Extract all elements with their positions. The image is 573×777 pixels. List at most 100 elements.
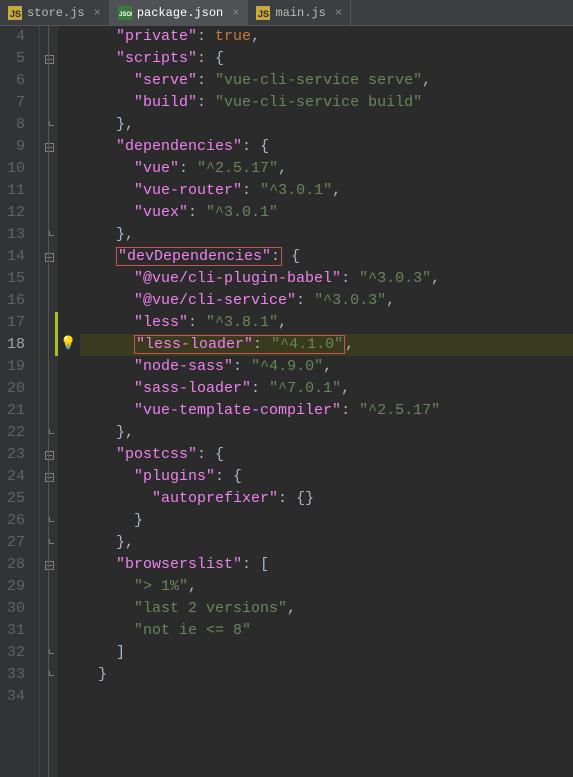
code-line[interactable]: }, xyxy=(80,422,573,444)
editor-tabs: JSstore.js×JSONpackage.json×JSmain.js× xyxy=(0,0,573,26)
code-line[interactable]: }, xyxy=(80,114,573,136)
code-line[interactable]: "@vue/cli-service": "^3.0.3", xyxy=(80,290,573,312)
code-area[interactable]: "private": true, "scripts": { "serve": "… xyxy=(78,26,573,777)
line-number: 4 xyxy=(0,26,25,48)
svg-text:JS: JS xyxy=(258,9,269,19)
fold-guide xyxy=(40,356,58,378)
code-line[interactable]: "node-sass": "^4.9.0", xyxy=(80,356,573,378)
line-number: 18 xyxy=(0,334,25,356)
fold-guide xyxy=(40,268,58,290)
code-line[interactable]: "scripts": { xyxy=(80,48,573,70)
tab-store-js[interactable]: JS store.js × xyxy=(0,0,110,25)
close-icon[interactable]: × xyxy=(94,6,101,20)
line-number: 12 xyxy=(0,202,25,224)
code-line[interactable]: }, xyxy=(80,224,573,246)
tab-label: store.js xyxy=(27,6,85,20)
close-icon[interactable]: × xyxy=(232,6,239,20)
code-line[interactable]: "plugins": { xyxy=(80,466,573,488)
line-number: 27 xyxy=(0,532,25,554)
line-number: 34 xyxy=(0,686,25,708)
code-line[interactable]: "browserslist": [ xyxy=(80,554,573,576)
fold-guide xyxy=(40,576,58,598)
code-line[interactable]: "not ie <= 8" xyxy=(80,620,573,642)
code-line[interactable]: "less-loader": "^4.1.0", xyxy=(80,334,573,356)
code-line[interactable]: "vue": "^2.5.17", xyxy=(80,158,573,180)
line-number: 22 xyxy=(0,422,25,444)
fold-end-icon[interactable] xyxy=(40,422,58,444)
code-line[interactable]: "autoprefixer": {} xyxy=(80,488,573,510)
fold-toggle-icon[interactable] xyxy=(40,246,58,268)
line-number: 8 xyxy=(0,114,25,136)
code-line[interactable]: "vue-template-compiler": "^2.5.17" xyxy=(80,400,573,422)
line-number: 29 xyxy=(0,576,25,598)
code-line[interactable]: "private": true, xyxy=(80,26,573,48)
line-number: 7 xyxy=(0,92,25,114)
line-number: 28 xyxy=(0,554,25,576)
line-number: 26 xyxy=(0,510,25,532)
lightbulb-icon[interactable]: 💡 xyxy=(60,336,76,351)
fold-end-icon[interactable] xyxy=(40,642,58,664)
fold-end-icon[interactable] xyxy=(40,510,58,532)
code-line[interactable]: "sass-loader": "^7.0.1", xyxy=(80,378,573,400)
code-line[interactable]: "devDependencies": { xyxy=(80,246,573,268)
code-line[interactable]: "> 1%", xyxy=(80,576,573,598)
fold-toggle-icon[interactable] xyxy=(40,48,58,70)
fold-end-icon[interactable] xyxy=(40,224,58,246)
tab-main-js[interactable]: JSmain.js× xyxy=(248,0,351,25)
fold-guide xyxy=(40,70,58,92)
svg-text:JS: JS xyxy=(10,9,21,19)
code-line[interactable]: "dependencies": { xyxy=(80,136,573,158)
line-number: 14 xyxy=(0,246,25,268)
fold-toggle-icon[interactable] xyxy=(40,466,58,488)
tab-package-json[interactable]: JSON package.json × xyxy=(110,0,249,25)
fold-end-icon[interactable] xyxy=(40,532,58,554)
fold-guide xyxy=(40,92,58,114)
fold-toggle-icon[interactable] xyxy=(40,554,58,576)
code-line[interactable]: "vue-router": "^3.0.1", xyxy=(80,180,573,202)
line-number: 16 xyxy=(0,290,25,312)
fold-guide xyxy=(40,26,58,48)
code-line[interactable]: "vuex": "^3.0.1" xyxy=(80,202,573,224)
fold-toggle-icon[interactable] xyxy=(40,136,58,158)
fold-end-icon[interactable] xyxy=(40,114,58,136)
fold-column[interactable] xyxy=(40,26,58,777)
line-number: 9 xyxy=(0,136,25,158)
code-line[interactable]: "@vue/cli-plugin-babel": "^3.0.3", xyxy=(80,268,573,290)
close-icon[interactable]: × xyxy=(335,6,342,20)
line-number: 24 xyxy=(0,466,25,488)
fold-guide xyxy=(40,400,58,422)
code-line[interactable]: "serve": "vue-cli-service serve", xyxy=(80,70,573,92)
code-line[interactable]: "postcss": { xyxy=(80,444,573,466)
fold-guide xyxy=(40,158,58,180)
js-file-icon: JS xyxy=(256,6,270,20)
fold-end-icon[interactable] xyxy=(40,664,58,686)
change-marker xyxy=(55,334,58,356)
fold-guide xyxy=(40,488,58,510)
code-line[interactable]: } xyxy=(80,510,573,532)
code-line[interactable]: }, xyxy=(80,532,573,554)
code-line[interactable]: ] xyxy=(80,642,573,664)
fold-toggle-icon[interactable] xyxy=(40,444,58,466)
fold-guide xyxy=(40,180,58,202)
code-line[interactable]: "build": "vue-cli-service build" xyxy=(80,92,573,114)
fold-guide xyxy=(40,598,58,620)
change-marker xyxy=(55,312,58,334)
tab-label: package.json xyxy=(137,6,223,20)
line-number: 33 xyxy=(0,664,25,686)
code-line[interactable]: } xyxy=(80,664,573,686)
fold-guide xyxy=(40,290,58,312)
line-number: 6 xyxy=(0,70,25,92)
line-number: 10 xyxy=(0,158,25,180)
line-number: 17 xyxy=(0,312,25,334)
annotation-column: 💡 xyxy=(58,26,78,777)
code-line[interactable] xyxy=(80,686,573,708)
code-line[interactable]: "last 2 versions", xyxy=(80,598,573,620)
line-number: 19 xyxy=(0,356,25,378)
line-number: 23 xyxy=(0,444,25,466)
line-number: 25 xyxy=(0,488,25,510)
code-line[interactable]: "less": "^3.8.1", xyxy=(80,312,573,334)
svg-text:JSON: JSON xyxy=(119,12,132,18)
code-editor[interactable]: 4567891011121314151617181920212223242526… xyxy=(0,26,573,777)
line-number: 15 xyxy=(0,268,25,290)
js-file-icon: JS xyxy=(8,6,22,20)
